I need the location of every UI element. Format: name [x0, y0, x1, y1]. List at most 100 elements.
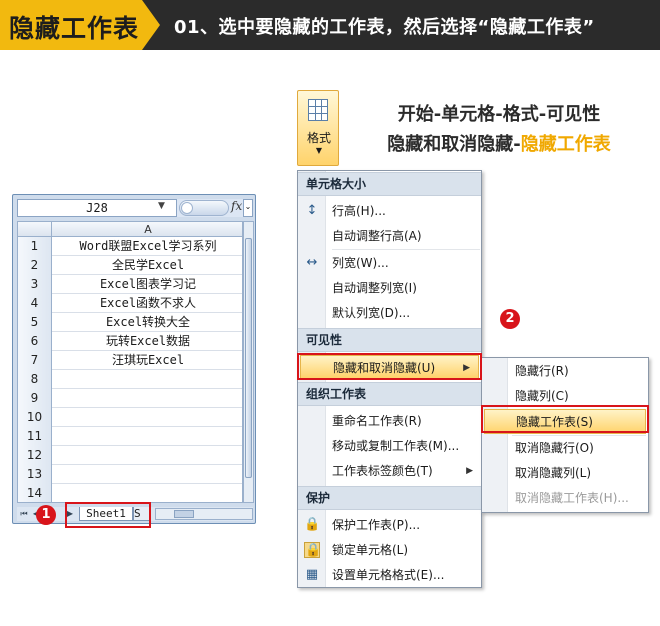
hide-sheet-highlight	[481, 405, 649, 433]
menu-item-tab-color[interactable]: 工作表标签颜色(T) ▶	[298, 459, 481, 483]
submenu-arrow-icon: ▶	[466, 466, 473, 476]
table-row: 1 Word联盟Excel学习系列	[18, 237, 242, 256]
cell[interactable]	[52, 389, 242, 408]
chevron-down-icon: ▼	[315, 146, 323, 155]
menu-item-label: 工作表标签颜色(T)	[332, 464, 433, 478]
row-number[interactable]: 4	[18, 294, 52, 313]
expand-formula-icon[interactable]: ⌄	[243, 199, 253, 217]
table-row: 6 玩转Excel数据	[18, 332, 242, 351]
row-number[interactable]: 14	[18, 484, 52, 502]
vertical-scrollbar[interactable]	[243, 221, 254, 503]
table-row: 8	[18, 370, 242, 389]
select-all-corner[interactable]	[18, 222, 52, 237]
cell[interactable]	[52, 484, 242, 502]
row-number[interactable]: 10	[18, 408, 52, 427]
menu-item-label: 默认列宽(D)...	[332, 306, 411, 320]
row-number[interactable]: 13	[18, 465, 52, 484]
cell[interactable]: 全民学Excel	[52, 256, 242, 275]
section-visibility: 可见性	[298, 328, 481, 352]
menu-item-autofit-row[interactable]: 自动调整行高(A)	[298, 224, 481, 248]
headline-line2: 隐藏和取消隐藏-隐藏工作表	[373, 130, 625, 160]
worksheet-grid[interactable]: A 1 Word联盟Excel学习系列 2 全民学Excel 3 Excel图表学习记…	[17, 221, 243, 503]
row-number[interactable]: 3	[18, 275, 52, 294]
submenu-item-unhide-cols[interactable]: 取消隐藏列(L)	[482, 461, 648, 486]
section-cell-size: 单元格大小	[298, 172, 481, 196]
row-number[interactable]: 12	[18, 446, 52, 465]
cell[interactable]: Excel图表学习记	[52, 275, 242, 294]
cell[interactable]: 汪琪玩Excel	[52, 351, 242, 370]
menu-item-autofit-col[interactable]: 自动调整列宽(I)	[298, 276, 481, 300]
row-number[interactable]: 5	[18, 313, 52, 332]
menu-item-default-width[interactable]: 默认列宽(D)...	[298, 301, 481, 325]
step-2-badge: 2	[500, 309, 520, 329]
first-sheet-icon[interactable]: ⏮	[19, 508, 29, 520]
format-button-label: 格式	[306, 131, 331, 145]
cell[interactable]	[52, 446, 242, 465]
cell[interactable]	[52, 370, 242, 389]
banner-tag: 隐藏工作表	[0, 0, 160, 50]
menu-item-label: 列宽(W)...	[332, 256, 389, 270]
headline-line2-prefix: 隐藏和取消隐藏-	[387, 134, 521, 155]
submenu-item-unhide-rows[interactable]: 取消隐藏行(O)	[482, 436, 648, 461]
table-row: 11	[18, 427, 242, 446]
column-header-row: A	[18, 222, 242, 237]
formula-bar-handle[interactable]	[179, 200, 229, 216]
cell[interactable]	[52, 465, 242, 484]
menu-item-label: 移动或复制工作表(M)...	[332, 439, 460, 453]
formula-bar: J28 ▼ fx ⌄	[17, 199, 253, 217]
menu-item-label: 行高(H)...	[332, 204, 386, 218]
cell[interactable]: Excel转换大全	[52, 313, 242, 332]
menu-item-row-height[interactable]: ↕ 行高(H)...	[298, 199, 481, 223]
format-cells-icon: ▦	[305, 567, 319, 582]
table-row: 10	[18, 408, 242, 427]
format-button[interactable]: 格式 ▼	[297, 90, 339, 166]
cell[interactable]: Excel函数不求人	[52, 294, 242, 313]
instruction-headline: 开始-单元格-格式-可见性 隐藏和取消隐藏-隐藏工作表	[373, 100, 625, 160]
headline-line2-accent: 隐藏工作表	[520, 134, 611, 155]
cell[interactable]	[52, 408, 242, 427]
menu-item-protect-sheet[interactable]: 🔒 保护工作表(P)...	[298, 513, 481, 537]
row-number[interactable]: 1	[18, 237, 52, 256]
banner-tag-text: 隐藏工作表	[9, 14, 140, 43]
table-row: 13	[18, 465, 242, 484]
cell[interactable]: 玩转Excel数据	[52, 332, 242, 351]
menu-item-label: 保护工作表(P)...	[332, 518, 421, 532]
row-number[interactable]: 8	[18, 370, 52, 389]
section-organize-sheets: 组织工作表	[298, 382, 481, 406]
row-number[interactable]: 2	[18, 256, 52, 275]
menu-item-label: 锁定单元格(L)	[332, 543, 409, 557]
horizontal-scrollbar[interactable]	[155, 508, 253, 520]
sheet-tab-highlight	[65, 502, 151, 528]
menu-item-format-cells[interactable]: ▦ 设置单元格格式(E)...	[298, 563, 481, 587]
column-width-icon: ↔	[306, 255, 318, 270]
submenu-item-unhide-sheet: 取消隐藏工作表(H)...	[515, 491, 629, 505]
menu-item-rename-sheet[interactable]: 重命名工作表(R)	[298, 409, 481, 433]
table-row: 2 全民学Excel	[18, 256, 242, 275]
table-row: 12	[18, 446, 242, 465]
table-row: 7 汪琪玩Excel	[18, 351, 242, 370]
table-row: 3 Excel图表学习记	[18, 275, 242, 294]
name-box-dropdown-icon[interactable]: ▼	[158, 201, 165, 211]
cell[interactable]	[52, 427, 242, 446]
column-header-a[interactable]: A	[52, 222, 242, 237]
divider	[332, 249, 480, 250]
step-1-badge: 1	[36, 505, 56, 525]
hide-unhide-highlight	[297, 353, 482, 380]
table-row: 5 Excel转换大全	[18, 313, 242, 332]
submenu-item-hide-rows[interactable]: 隐藏行(R)	[482, 359, 648, 384]
function-icon[interactable]: fx	[231, 199, 242, 213]
row-number[interactable]: 11	[18, 427, 52, 446]
menu-item-col-width[interactable]: ↔ 列宽(W)...	[298, 251, 481, 275]
row-number[interactable]: 7	[18, 351, 52, 370]
header-banner: 隐藏工作表 01、选中要隐藏的工作表，然后选择“隐藏工作表”	[0, 0, 660, 50]
name-box[interactable]: J28	[17, 199, 177, 217]
scrollbar-thumb[interactable]	[174, 510, 194, 518]
menu-item-lock-cell[interactable]: 🔒 锁定单元格(L)	[298, 538, 481, 562]
row-number[interactable]: 6	[18, 332, 52, 351]
menu-item-move-copy[interactable]: 移动或复制工作表(M)...	[298, 434, 481, 458]
scrollbar-thumb[interactable]	[245, 238, 252, 478]
excel-window: J28 ▼ fx ⌄ A 1 Word联盟Excel学习系列 2 全民学Excel …	[12, 194, 256, 524]
format-cells-icon	[308, 99, 328, 121]
cell[interactable]: Word联盟Excel学习系列	[52, 237, 242, 256]
row-number[interactable]: 9	[18, 389, 52, 408]
